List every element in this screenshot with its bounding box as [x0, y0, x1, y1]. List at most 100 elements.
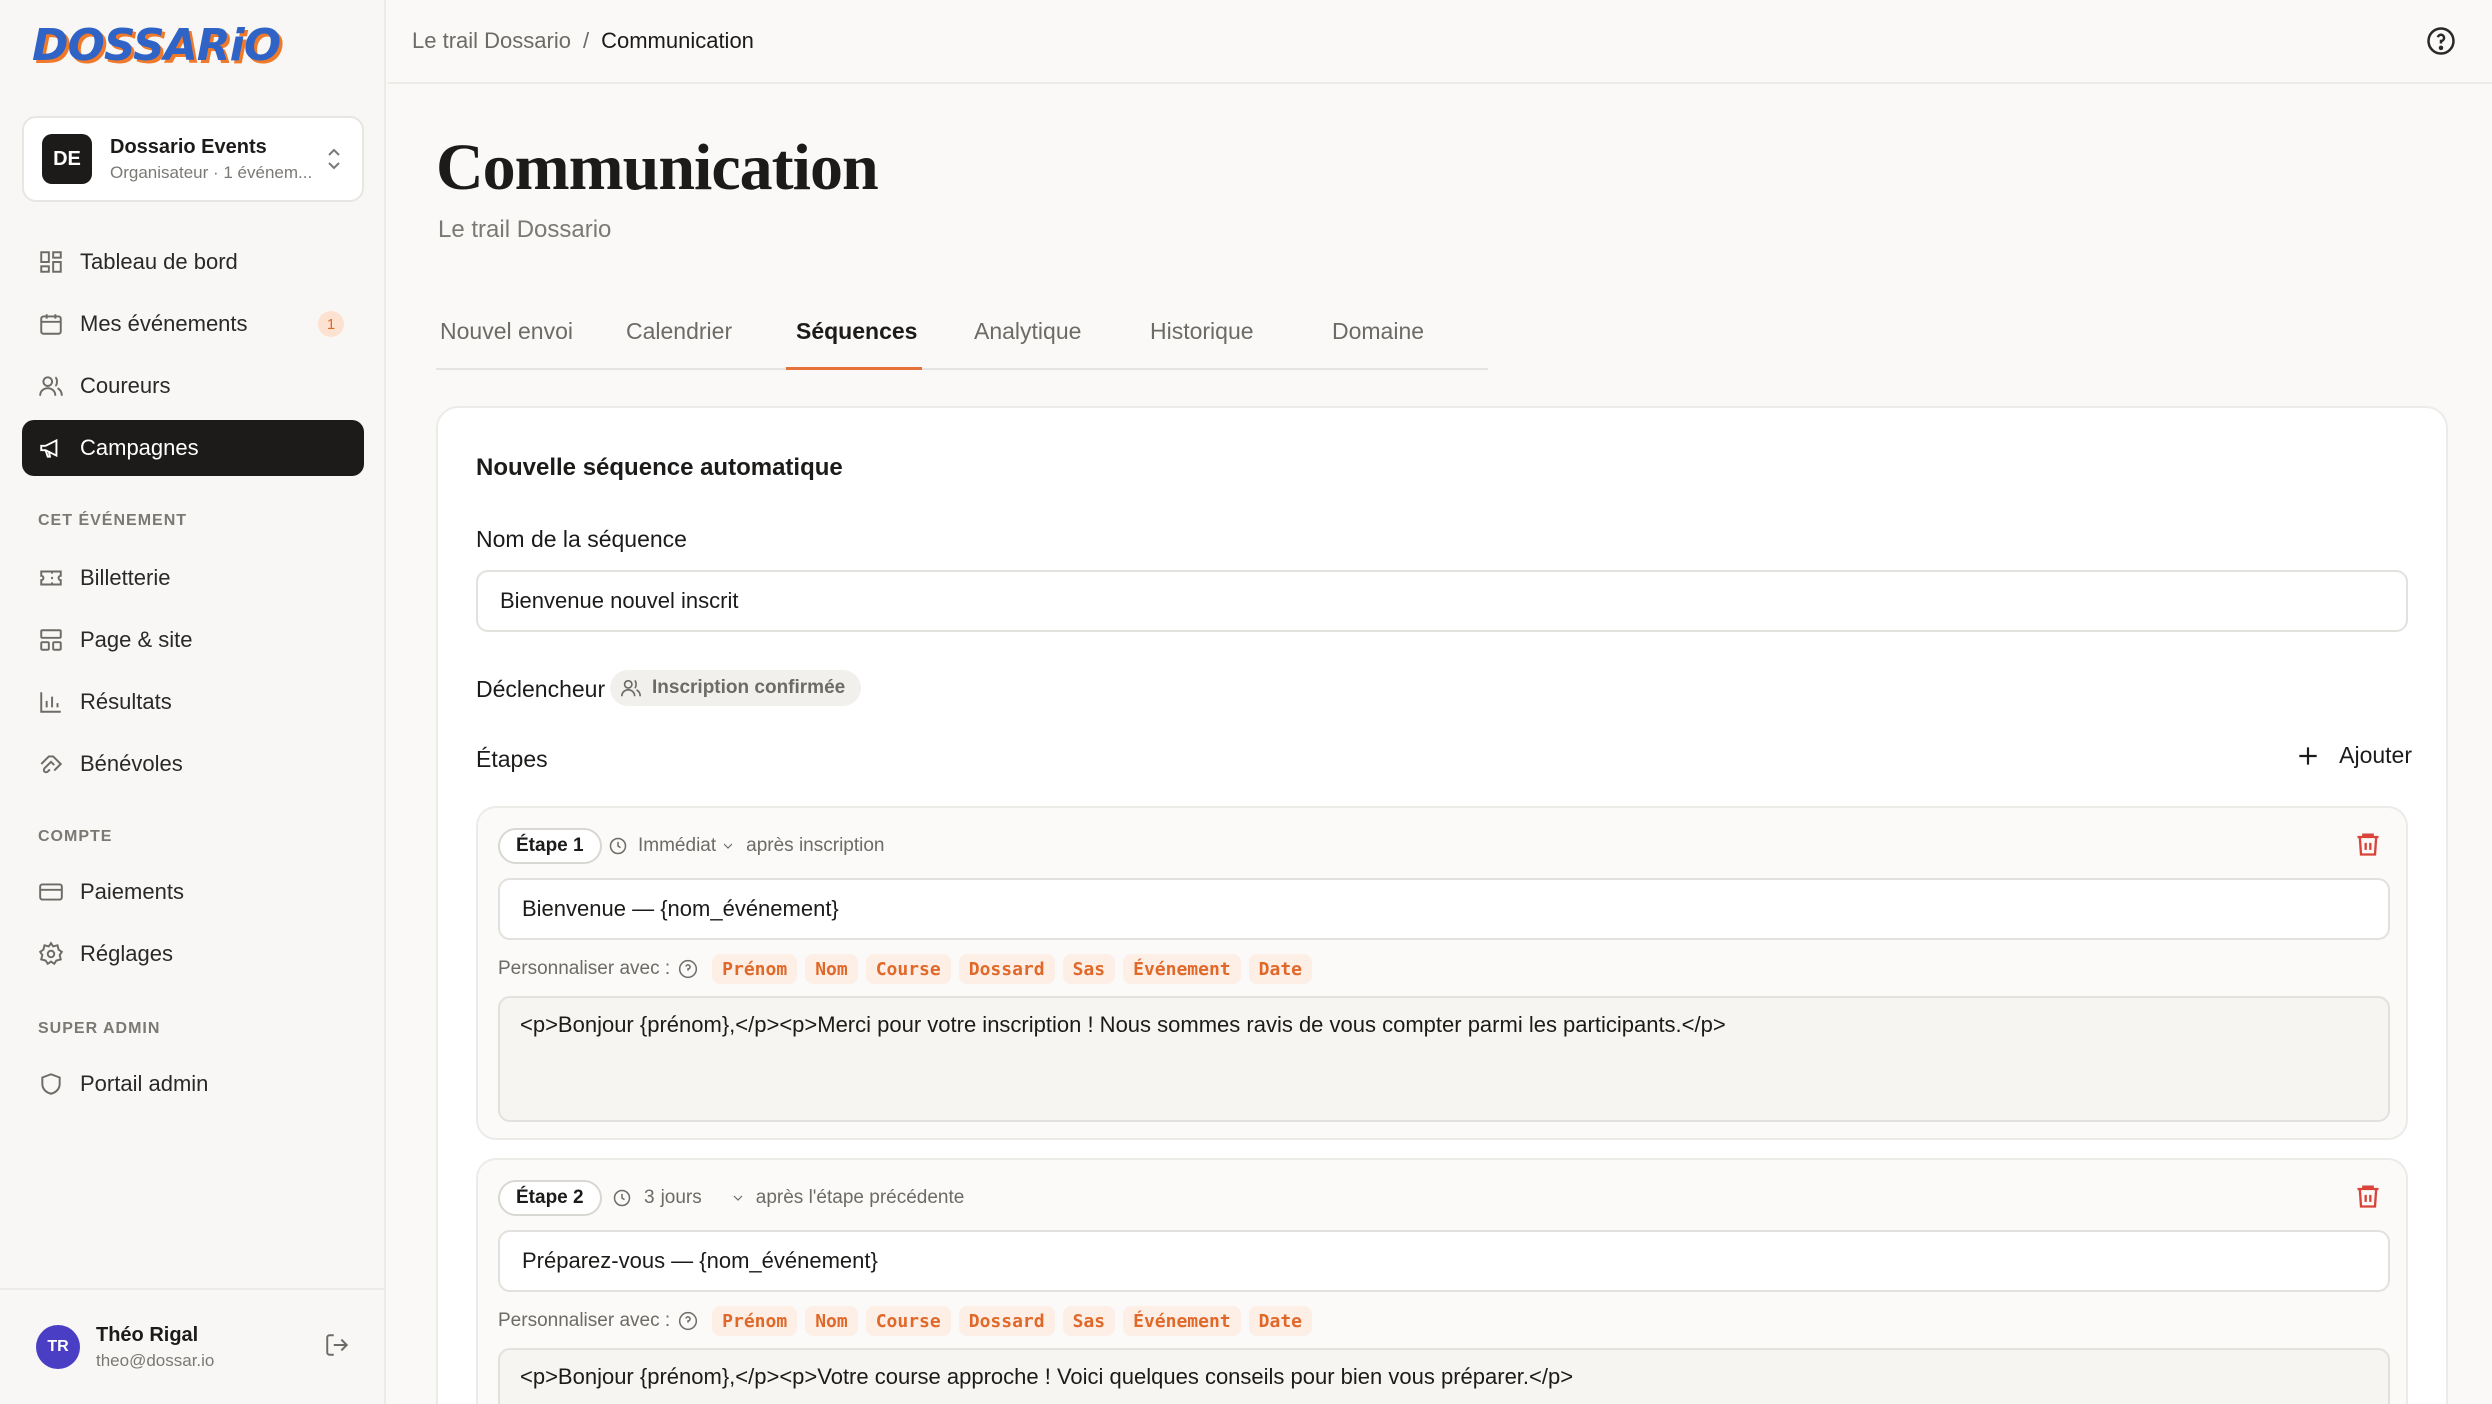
- sidebar-item-results[interactable]: Résultats: [22, 674, 364, 730]
- shield-icon: [41, 1073, 61, 1095]
- step-badge: Étape 2: [498, 1180, 602, 1216]
- delete-step-button[interactable]: [2354, 830, 2384, 860]
- sidebar-item-dashboard[interactable]: Tableau de bord: [22, 234, 364, 290]
- tag-prenom[interactable]: Prénom: [712, 1306, 798, 1336]
- sequence-card: Nouvelle séquence automatique Nom de la …: [436, 406, 2448, 1404]
- calendar-icon: [40, 314, 62, 335]
- step-subject-input[interactable]: Bienvenue — {nom_événement}: [498, 878, 2390, 940]
- sidebar-item-label: Résultats: [80, 689, 172, 714]
- tab-bar: Nouvel envoi Calendrier Séquences Analyt…: [436, 306, 1488, 370]
- add-step-label: Ajouter: [2339, 742, 2412, 768]
- user-email: theo@dossar.io: [96, 1350, 215, 1370]
- tab-calendar[interactable]: Calendrier: [626, 318, 732, 370]
- tag-sas[interactable]: Sas: [1062, 954, 1116, 984]
- help-circle-icon[interactable]: [678, 1311, 698, 1331]
- handshake-icon: [40, 755, 63, 774]
- trigger-chip[interactable]: Inscription confirmée: [610, 670, 862, 706]
- tab-sequences[interactable]: Séquences: [796, 318, 917, 370]
- credit-card-icon: [39, 883, 63, 901]
- clock-icon: [609, 837, 627, 855]
- active-tab-indicator: [786, 367, 922, 370]
- help-button[interactable]: [2426, 26, 2456, 56]
- tag-evenement[interactable]: Événement: [1123, 954, 1241, 984]
- sidebar-item-runners[interactable]: Coureurs: [22, 358, 364, 414]
- step-subject-input[interactable]: Préparez-vous — {nom_événement}: [498, 1230, 2390, 1292]
- user-name: Théo Rigal: [96, 1323, 199, 1346]
- sidebar-item-payments[interactable]: Paiements: [22, 864, 364, 920]
- sidebar: DOSSARiO DE Dossario Events Organisateur…: [0, 0, 386, 1404]
- sequence-name-label: Nom de la séquence: [476, 526, 687, 552]
- avatar: TR: [36, 1325, 80, 1369]
- tag-nom[interactable]: Nom: [805, 954, 858, 984]
- step-delay-selector[interactable]: 3 jours après l'étape précédente: [612, 1180, 964, 1216]
- section-label-event: CET ÉVÉNEMENT: [38, 512, 188, 529]
- step-body-editor[interactable]: <p>Bonjour {prénom},</p><p>Merci pour vo…: [498, 996, 2390, 1122]
- sidebar-item-volunteers[interactable]: Bénévoles: [22, 736, 364, 792]
- sequence-step-1: Étape 1 Immédiat après inscription Bienv…: [476, 806, 2408, 1140]
- chevron-down-icon: [733, 1195, 743, 1201]
- tab-domain[interactable]: Domaine: [1332, 318, 1424, 370]
- sidebar-item-label: Coureurs: [80, 373, 171, 398]
- chevron-down-icon: [723, 843, 733, 849]
- org-name: Dossario Events: [110, 135, 267, 158]
- layout-dashboard-icon: [40, 251, 62, 273]
- tab-new-send[interactable]: Nouvel envoi: [440, 318, 573, 370]
- section-label-account: COMPTE: [38, 828, 113, 845]
- tag-dossard[interactable]: Dossard: [958, 1306, 1055, 1336]
- plus-icon: [2299, 746, 2317, 765]
- tag-dossard[interactable]: Dossard: [958, 954, 1055, 984]
- tag-sas[interactable]: Sas: [1062, 1306, 1116, 1336]
- add-step-button[interactable]: Ajouter: [2295, 742, 2412, 769]
- step-delay-selector[interactable]: Immédiat après inscription: [608, 828, 884, 864]
- user-profile: TR Théo Rigal theo@dossar.io: [0, 1288, 386, 1404]
- sidebar-item-page-site[interactable]: Page & site: [22, 612, 364, 668]
- page-subtitle: Le trail Dossario: [438, 216, 612, 243]
- tag-evenement[interactable]: Événement: [1123, 1306, 1241, 1336]
- sequence-name-input[interactable]: Bienvenue nouvel inscrit: [476, 570, 2408, 632]
- logout-button[interactable]: [324, 1332, 350, 1363]
- tab-history[interactable]: Historique: [1150, 318, 1254, 370]
- help-circle-icon: [2427, 27, 2455, 55]
- tag-nom[interactable]: Nom: [805, 1306, 858, 1336]
- tag-prenom[interactable]: Prénom: [712, 954, 798, 984]
- bar-chart-icon: [40, 692, 61, 713]
- step-badge: Étape 1: [498, 828, 602, 864]
- personalize-row: Personnaliser avec : Prénom Nom Course D…: [498, 954, 1320, 984]
- sidebar-item-ticketing[interactable]: Billetterie: [22, 550, 364, 606]
- tag-course[interactable]: Course: [865, 1306, 951, 1336]
- sidebar-item-label: Tableau de bord: [80, 249, 238, 274]
- breadcrumb-current: Communication: [601, 28, 754, 53]
- step-delay-unit: jours: [660, 1187, 702, 1208]
- tag-course[interactable]: Course: [865, 954, 951, 984]
- personalize-label: Personnaliser avec :: [498, 1310, 671, 1331]
- megaphone-icon: [40, 438, 58, 458]
- sidebar-item-label: Mes événements: [80, 311, 248, 336]
- brand-logo[interactable]: DOSSARiO: [32, 14, 281, 76]
- sidebar-item-campaigns[interactable]: Campagnes: [22, 420, 364, 476]
- sidebar-item-label: Page & site: [80, 627, 193, 652]
- tab-analytics[interactable]: Analytique: [974, 318, 1081, 370]
- log-out-icon: [326, 1333, 349, 1356]
- sidebar-item-label: Billetterie: [80, 565, 171, 590]
- sidebar-item-settings[interactable]: Réglages: [22, 926, 364, 982]
- sidebar-item-events[interactable]: Mes événements 1: [22, 296, 364, 352]
- page-title: Communication: [436, 131, 879, 204]
- tag-date[interactable]: Date: [1248, 1306, 1313, 1336]
- topbar: Le trail Dossario / Communication: [388, 0, 2492, 84]
- breadcrumb-parent[interactable]: Le trail Dossario: [412, 28, 571, 54]
- step-relation: après inscription: [746, 835, 885, 856]
- delete-step-button[interactable]: [2354, 1182, 2384, 1212]
- org-subtitle: Organisateur · 1 événem...: [110, 162, 313, 182]
- tag-date[interactable]: Date: [1248, 954, 1313, 984]
- sidebar-item-admin-portal[interactable]: Portail admin: [22, 1056, 364, 1112]
- help-circle-icon[interactable]: [678, 959, 698, 979]
- section-label-admin: SUPER ADMIN: [38, 1020, 161, 1037]
- layout-icon: [40, 629, 62, 651]
- trigger-value: Inscription confirmée: [652, 677, 846, 698]
- sidebar-item-label: Bénévoles: [80, 751, 183, 776]
- sidebar-item-label: Portail admin: [80, 1071, 209, 1096]
- sequence-step-2: Étape 2 3 jours après l'étape précédente…: [476, 1158, 2408, 1404]
- org-switcher[interactable]: DE Dossario Events Organisateur · 1 évén…: [22, 116, 364, 202]
- step-body-editor[interactable]: <p>Bonjour {prénom},</p><p>Votre course …: [498, 1348, 2390, 1404]
- personalize-label: Personnaliser avec :: [498, 958, 671, 979]
